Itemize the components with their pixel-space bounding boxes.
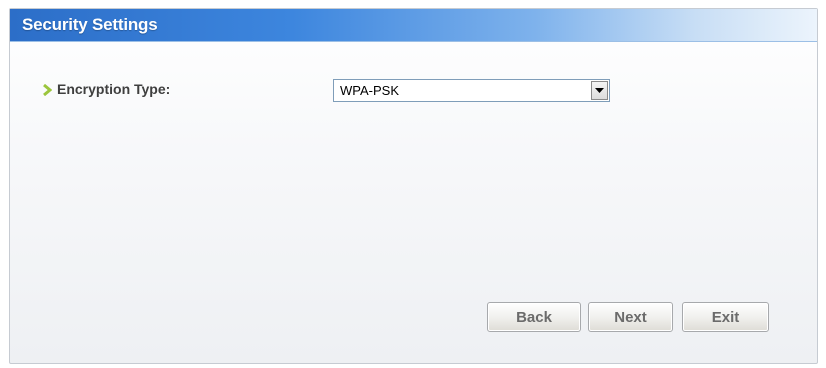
back-button[interactable]: Back	[487, 302, 581, 332]
page-title: Security Settings	[22, 15, 158, 34]
title-bar: Security Settings	[10, 9, 817, 42]
next-button[interactable]: Next	[588, 302, 673, 332]
encryption-type-value: WPA-PSK	[340, 83, 399, 98]
exit-button[interactable]: Exit	[682, 302, 769, 332]
encryption-type-select[interactable]: WPA-PSK	[333, 79, 610, 102]
dropdown-arrow-icon[interactable]	[591, 81, 608, 100]
encryption-type-label: Encryption Type:	[57, 81, 171, 97]
chevron-right-icon	[43, 84, 52, 96]
